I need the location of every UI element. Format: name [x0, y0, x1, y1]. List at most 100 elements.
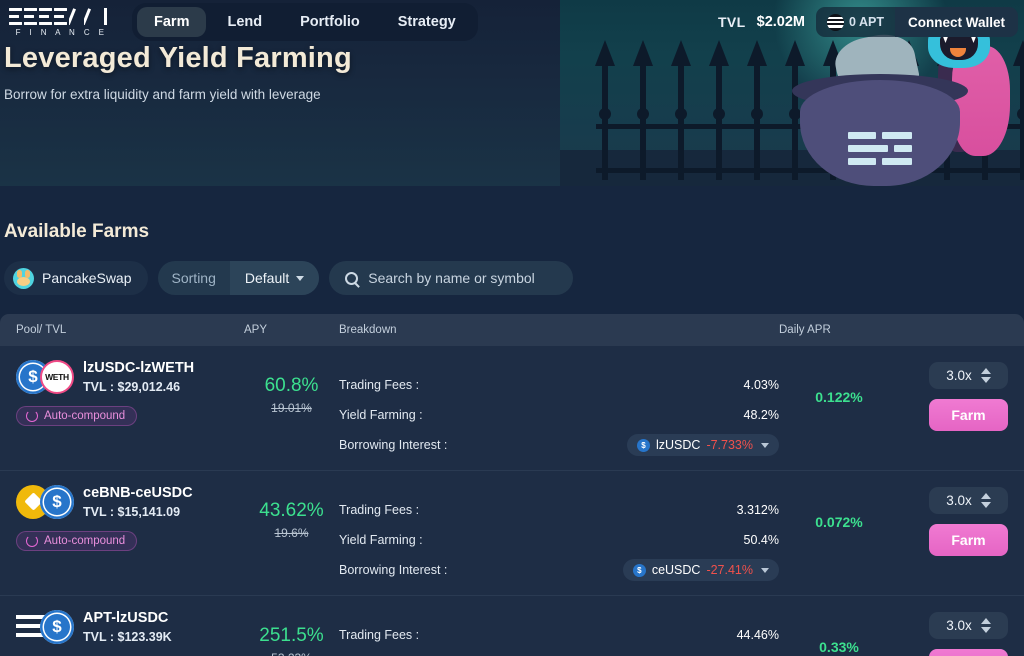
logo-subtitle: F I N A N C E [15, 27, 108, 37]
usdc-icon [40, 609, 74, 644]
yield-farming-row: Yield Farming : 83.65% [339, 650, 779, 656]
breakdown-cell: Trading Fees : 3.312% Yield Farming : 50… [339, 484, 779, 585]
trading-fees-row: Trading Fees : 44.46% [339, 620, 779, 650]
leverage-decrease-icon[interactable] [980, 377, 991, 383]
leverage-spinner[interactable] [980, 618, 991, 633]
trading-fees-row: Trading Fees : 3.312% [339, 495, 779, 525]
apy-previous-value: 19.01% [271, 401, 312, 415]
chevron-down-icon [761, 442, 769, 448]
top-navbar: F I N A N C E Farm Lend Portfolio Strate… [0, 0, 1024, 44]
yield-farming-label: Yield Farming : [339, 533, 423, 547]
eternal-logo-mark [848, 132, 912, 166]
pool-tvl: TVL : $15,141.09 [83, 505, 181, 519]
tab-strategy[interactable]: Strategy [381, 7, 473, 37]
dex-selector[interactable]: PancakeSwap [4, 261, 148, 295]
usdc-icon: $ [636, 438, 650, 452]
farm-button[interactable]: Farm [929, 649, 1008, 656]
auto-compound-label: Auto-compound [44, 410, 126, 422]
refresh-icon [26, 535, 38, 547]
farm-button[interactable]: Farm [929, 399, 1008, 431]
usdc-icon [40, 484, 74, 519]
tab-farm[interactable]: Farm [137, 7, 207, 37]
daily-apr-value: 0.33% [819, 639, 859, 655]
leverage-stepper[interactable]: 3.0x [929, 362, 1008, 389]
leverage-decrease-icon[interactable] [980, 502, 991, 508]
borrow-token-dropdown[interactable]: $ lzUSDC -7.733% [626, 434, 779, 456]
usdc-icon: $ [632, 563, 646, 577]
leverage-spinner[interactable] [980, 368, 991, 383]
leverage-increase-icon[interactable] [980, 368, 991, 374]
borrow-token-dropdown[interactable]: $ ceUSDC -27.41% [622, 559, 779, 581]
leverage-increase-icon[interactable] [980, 618, 991, 624]
leverage-spinner[interactable] [980, 493, 991, 508]
apt-balance-value: 0 APT [849, 15, 884, 29]
pool-cell: APT-lzUSDC TVL : $123.39K Auto-compound [16, 609, 244, 656]
connect-wallet-button[interactable]: Connect Wallet [894, 7, 1018, 37]
search-icon [345, 271, 359, 285]
yield-farming-row: Yield Farming : 50.4% [339, 525, 779, 555]
apt-balance-chip[interactable]: 0 APT [816, 7, 895, 37]
trading-fees-value: 44.46% [736, 628, 779, 642]
apy-value: 43.62% [259, 500, 324, 521]
leverage-value: 3.0x [946, 618, 972, 633]
column-header-pool: Pool/ TVL [16, 324, 67, 336]
aptos-icon [827, 13, 845, 31]
tab-lend[interactable]: Lend [210, 7, 279, 37]
sorting-value-text: Default [244, 270, 290, 286]
yield-farming-value: 48.2% [743, 408, 779, 422]
sorting-dropdown[interactable]: Default [229, 261, 320, 295]
borrow-token-name: lzUSDC [655, 438, 701, 452]
page-title: Leveraged Yield Farming [4, 42, 352, 74]
leverage-stepper[interactable]: 3.0x [929, 612, 1008, 639]
yield-farming-row: Yield Farming : 48.2% [339, 400, 779, 430]
sorting-label: Sorting [171, 270, 216, 286]
borrowing-interest-row: Borrowing Interest : $ ceUSDC -27.41% [339, 555, 779, 585]
leverage-increase-icon[interactable] [980, 493, 991, 499]
table-row[interactable]: APT-lzUSDC TVL : $123.39K Auto-compound … [0, 596, 1024, 656]
yield-farming-label: Yield Farming : [339, 408, 423, 422]
leverage-stepper[interactable]: 3.0x [929, 487, 1008, 514]
daily-apr-cell: 0.122% [779, 359, 899, 407]
token-pair-icons: WETH [16, 359, 74, 394]
column-header-breakdown: Breakdown [339, 324, 397, 336]
apy-value: 60.8% [264, 375, 319, 396]
search-input[interactable]: Search by name or symbol [329, 261, 574, 295]
table-row[interactable]: ceBNB-ceUSDC TVL : $15,141.09 Auto-compo… [0, 471, 1024, 596]
action-cell: 3.0x Farm [899, 609, 1008, 656]
column-header-apy: APY [244, 324, 268, 336]
breakdown-cell: Trading Fees : 4.03% Yield Farming : 48.… [339, 359, 779, 460]
borrow-token-name: ceUSDC [651, 563, 701, 577]
chevron-down-icon [296, 275, 305, 281]
borrowing-interest-row: Borrowing Interest : $ lzUSDC -7.733% [339, 430, 779, 460]
trading-fees-value: 3.312% [736, 503, 779, 517]
token-pair-icons [16, 484, 74, 519]
leverage-value: 3.0x [946, 368, 972, 383]
daily-apr-value: 0.072% [815, 514, 863, 530]
filter-bar: PancakeSwap Sorting Default Search by na… [0, 243, 1024, 295]
main-content: Available Farms PancakeSwap Sorting Defa… [0, 186, 1024, 656]
pool-cell: ceBNB-ceUSDC TVL : $15,141.09 Auto-compo… [16, 484, 244, 552]
token-pair-icons [16, 609, 74, 644]
trading-fees-value: 4.03% [743, 378, 779, 392]
table-body: WETH lzUSDC-lzWETH TVL : $29,012.46 Auto… [0, 346, 1024, 656]
wallet-group: 0 APT Connect Wallet [816, 7, 1018, 37]
farm-button[interactable]: Farm [929, 524, 1008, 556]
hero-text-block: Leveraged Yield Farming Borrow for extra… [0, 42, 352, 102]
borrow-rate-value: -27.41% [706, 563, 753, 577]
pool-tvl: TVL : $123.39K [83, 630, 172, 644]
borrowing-interest-label: Borrowing Interest : [339, 438, 448, 452]
table-header-row: Pool/ TVL APY Breakdown Daily APR [0, 314, 1024, 346]
farms-table: Pool/ TVL APY Breakdown Daily APR WETH l… [0, 314, 1024, 656]
apy-value: 251.5% [259, 625, 324, 646]
trading-fees-label: Trading Fees : [339, 378, 420, 392]
table-row[interactable]: WETH lzUSDC-lzWETH TVL : $29,012.46 Auto… [0, 346, 1024, 471]
tab-portfolio[interactable]: Portfolio [283, 7, 377, 37]
search-placeholder: Search by name or symbol [368, 270, 535, 286]
apy-previous-value: 19.6% [274, 526, 309, 540]
brand-logo[interactable]: F I N A N C E [8, 7, 112, 37]
pool-tvl: TVL : $29,012.46 [83, 380, 181, 394]
chevron-down-icon [761, 567, 769, 573]
leverage-value: 3.0x [946, 493, 972, 508]
leverage-decrease-icon[interactable] [980, 627, 991, 633]
trading-fees-label: Trading Fees : [339, 628, 420, 642]
